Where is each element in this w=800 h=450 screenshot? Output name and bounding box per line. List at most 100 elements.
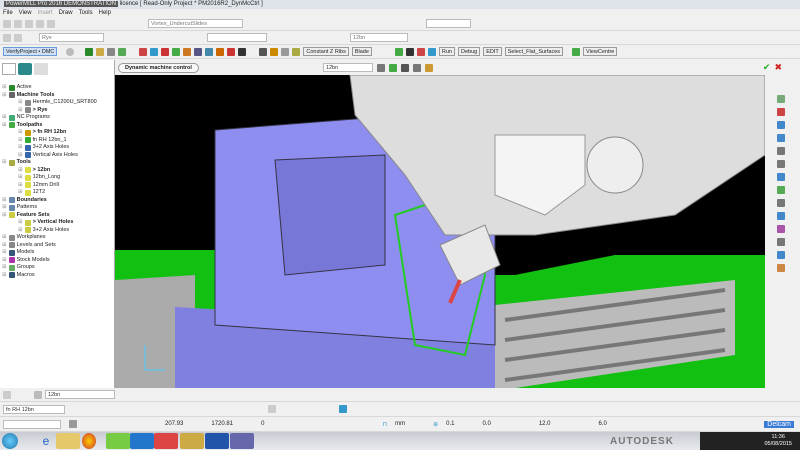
empty-select[interactable] [207, 33, 267, 42]
tool-holder-icon[interactable] [281, 47, 290, 56]
boundary-icon[interactable] [47, 19, 55, 28]
tool-icon[interactable] [3, 390, 11, 399]
calc-icon[interactable] [25, 19, 33, 28]
expand-icon[interactable]: ⊞ [18, 152, 23, 160]
outlook-icon[interactable] [130, 433, 154, 449]
globe-icon[interactable] [427, 47, 436, 56]
search-icon[interactable] [194, 47, 203, 56]
toolpath-select[interactable]: Vortex_UndercutSlides [148, 19, 243, 28]
tab-other[interactable] [34, 63, 48, 75]
view-tool-icon[interactable] [777, 134, 785, 142]
warning-icon[interactable] [424, 63, 433, 72]
expand-icon[interactable]: ⊞ [18, 227, 23, 235]
menu-tools[interactable]: Tools [79, 9, 93, 17]
view-tool-icon[interactable] [777, 199, 785, 207]
bottom-toolpath-select[interactable]: fn RH 12bn [3, 404, 65, 414]
disk-icon[interactable] [339, 405, 347, 413]
tree-item[interactable]: ⊞ Toolpaths [2, 122, 114, 130]
expand-icon[interactable]: ⊞ [2, 264, 7, 272]
mill-icon[interactable] [216, 47, 225, 56]
view-tool-icon[interactable] [777, 160, 785, 168]
cube-icon[interactable] [69, 420, 77, 428]
model-select[interactable]: Rye [39, 33, 104, 42]
verify-project-button[interactable]: VerifyProject • DMC [3, 47, 58, 56]
bowl-icon[interactable] [183, 47, 192, 56]
powerpoint-icon[interactable] [154, 433, 178, 449]
expand-icon[interactable]: ⊞ [2, 197, 7, 205]
playback-slider[interactable] [426, 19, 471, 28]
view-box-icon[interactable] [268, 405, 276, 413]
workplane-select[interactable] [3, 419, 61, 429]
ie-icon[interactable]: e [34, 433, 58, 449]
expand-icon[interactable]: ⊞ [2, 122, 7, 130]
tree-item[interactable]: ⊞ 3+2 Axis Holes [2, 227, 114, 235]
expand-icon[interactable]: ⊞ [2, 114, 7, 122]
tab-globe[interactable] [18, 63, 32, 75]
clock-time[interactable]: 11:36 [764, 434, 792, 441]
expand-icon[interactable]: ⊞ [2, 257, 7, 265]
viewcentre-icon[interactable] [572, 47, 581, 56]
constant-z-button[interactable]: Constant Z Ribs [303, 47, 349, 56]
view-tool-icon[interactable] [777, 95, 785, 103]
edit-button[interactable]: EDIT [483, 47, 502, 56]
remote-icon[interactable] [230, 433, 254, 449]
tree-item[interactable]: ⊞ Tools [2, 159, 114, 167]
expand-icon[interactable]: ⊞ [2, 249, 7, 257]
menu-draw[interactable]: Draw [59, 9, 73, 17]
tree-item[interactable]: ⊞ Active [2, 84, 114, 92]
matrix-icon[interactable] [259, 47, 268, 56]
dynamic-machine-control-tab[interactable]: Dynamic machine control [118, 62, 199, 73]
dmc-tool-select[interactable]: 12bn [322, 63, 373, 72]
tree-item[interactable]: ⊞ Vertical Axis Holes [2, 152, 114, 160]
grid2-icon[interactable] [14, 33, 22, 42]
tree-item[interactable]: ⊞ > Vertical Holes [2, 219, 114, 227]
expand-icon[interactable]: ⊞ [2, 212, 7, 220]
view-tool-icon[interactable] [777, 121, 785, 129]
word-icon[interactable] [205, 433, 229, 449]
bottom-tool-select[interactable]: 12bn [45, 390, 115, 399]
save-icon[interactable] [3, 19, 11, 28]
accept-icon[interactable]: ✔ [763, 62, 771, 73]
clock-icon[interactable] [394, 47, 403, 56]
view-tool-icon[interactable] [777, 225, 785, 233]
tree-item[interactable]: ⊞ Macros [2, 272, 114, 280]
expand-icon[interactable]: ⊞ [18, 107, 23, 115]
tool-list-icon[interactable] [34, 390, 42, 399]
shapes-icon[interactable] [150, 47, 159, 56]
expand-icon[interactable]: ⊞ [18, 99, 23, 107]
tool-long-icon[interactable] [292, 47, 301, 56]
expand-icon[interactable]: ⊞ [2, 242, 7, 250]
dmc-icon-3[interactable] [400, 63, 409, 72]
menu-file[interactable]: File [3, 9, 13, 17]
tree-item[interactable]: ⊞ 12mm Drill [2, 182, 114, 190]
menu-insert[interactable]: Insert [38, 9, 53, 17]
model-icon[interactable] [172, 47, 181, 56]
view-tool-icon[interactable] [777, 173, 785, 181]
view-tool-icon[interactable] [777, 108, 785, 116]
view-tool-icon[interactable] [777, 264, 785, 272]
curve-icon[interactable] [118, 47, 127, 56]
tab-explorer[interactable] [2, 63, 16, 75]
tree-item[interactable]: ⊞ Stock Models [2, 257, 114, 265]
dmc-icon-4[interactable] [412, 63, 421, 72]
tree-item[interactable]: ⊞ 3+2 Axis Holes [2, 144, 114, 152]
open-icon[interactable] [14, 19, 22, 28]
drill-icon[interactable] [107, 47, 116, 56]
expand-icon[interactable]: ⊞ [18, 182, 23, 190]
expand-icon[interactable]: ⊞ [18, 167, 23, 175]
expand-icon[interactable]: ⊞ [2, 204, 7, 212]
explorer-icon[interactable] [56, 433, 80, 449]
viewcentre-button[interactable]: ViewCentre [583, 47, 618, 56]
view-tool-icon[interactable] [777, 238, 785, 246]
tree-item[interactable]: ⊞ Boundaries [2, 197, 114, 205]
tree-item[interactable]: ⊞ Feature Sets [2, 212, 114, 220]
chrome-icon[interactable] [82, 433, 96, 449]
tool-stack-icon[interactable] [270, 47, 279, 56]
view-tool-icon[interactable] [777, 147, 785, 155]
dmc-icon-1[interactable] [376, 63, 385, 72]
tree-item[interactable]: ⊞ 12T2 [2, 189, 114, 197]
tree-item[interactable]: ⊞ 12bn_Long [2, 174, 114, 182]
tree-item[interactable]: ⊞ Workplanes [2, 234, 114, 242]
tree-item[interactable]: ⊞ > fn RH 12bn [2, 129, 114, 137]
menu-view[interactable]: View [19, 9, 32, 17]
